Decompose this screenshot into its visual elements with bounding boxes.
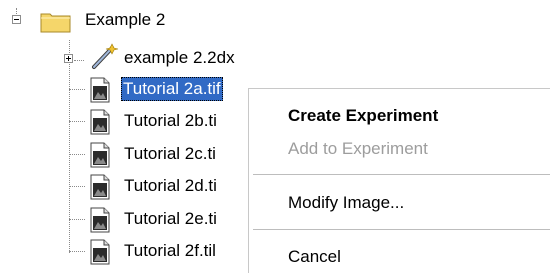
image-file-icon [88,174,112,205]
tree-connector [69,219,85,220]
tree-connector [74,60,84,61]
menu-item-add-to-experiment: Add to Experiment [288,139,428,158]
tree-item-label: Tutorial 2f.til [124,241,216,260]
menu-item-create-experiment[interactable]: Create Experiment [288,103,438,129]
tree-connector [69,251,85,252]
menu-separator [253,174,550,175]
collapse-toggle-icon[interactable] [12,15,21,24]
image-file-icon [88,109,112,140]
wand-icon [90,42,120,75]
tree-connector [69,40,70,253]
menu-item-modify-image[interactable]: Modify Image... [288,190,404,216]
tree-item-label: Tutorial 2a.tif [121,77,223,101]
tree-item-label: Tutorial 2d.ti [124,176,217,195]
expand-toggle-icon[interactable] [64,54,73,63]
menu-separator [253,229,550,230]
tree-item-label: example 2.2dx [124,48,235,67]
folder-icon [40,10,72,39]
tree-connector [69,154,85,155]
folder-label: Example 2 [85,10,166,29]
image-file-icon [88,239,112,270]
image-file-icon [88,142,112,173]
menu-item-cancel[interactable]: Cancel [288,244,341,270]
tree-connector [69,89,85,90]
tree-connector [69,186,85,187]
image-file-icon [88,207,112,238]
image-file-icon [88,77,112,108]
tree-connector [16,8,17,14]
tree-item-label: Tutorial 2b.ti [124,111,217,130]
tree-connector [69,121,85,122]
tree-item-label: Tutorial 2e.ti [124,209,217,228]
tree-item-label: Tutorial 2c.ti [124,144,216,163]
context-menu: Create Experiment Add to Experiment Modi… [248,88,550,273]
